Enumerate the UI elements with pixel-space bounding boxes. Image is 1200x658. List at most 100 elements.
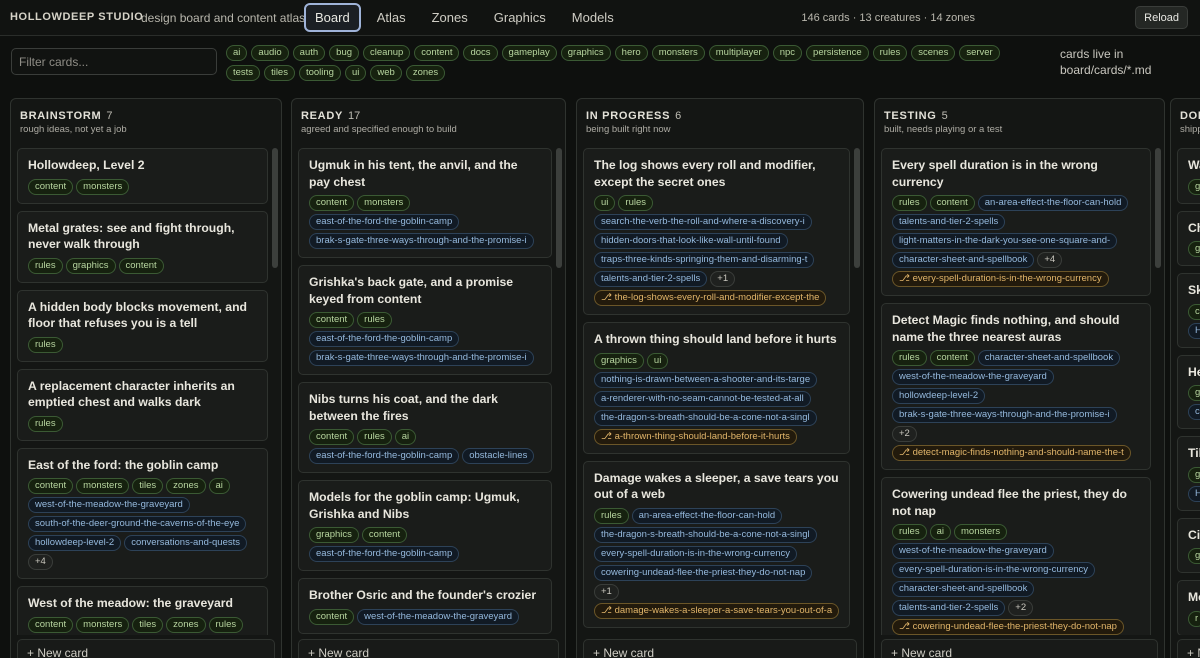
tag-chip[interactable]: content	[28, 178, 74, 195]
column-scrollbar[interactable]	[1155, 148, 1161, 268]
linked-card-chip[interactable]: east-of-the-ford-the-goblin-camp	[309, 546, 460, 562]
linked-card-chip[interactable]: H	[1188, 322, 1200, 339]
linked-card-chip[interactable]: an-area-effect-the-floor-can-hold	[631, 507, 783, 524]
filter-tag-auth[interactable]: auth	[292, 45, 326, 61]
card[interactable]: Detect Magic finds nothing, and should n…	[881, 303, 1151, 470]
new-card-button[interactable]: + New card	[583, 639, 857, 658]
tag-chip[interactable]: ai	[208, 478, 230, 494]
tag-chip[interactable]: content	[309, 608, 355, 625]
filter-tag-graphics[interactable]: graphics	[560, 45, 611, 61]
linked-card-chip[interactable]: character-sheet-and-spellbook	[892, 581, 1035, 597]
tag-chip[interactable]: g	[1188, 548, 1200, 564]
card[interactable]: East of the ford: the goblin camp content…	[17, 447, 268, 579]
tag-chip[interactable]: g	[1188, 466, 1200, 483]
card[interactable]: Til gH	[1177, 436, 1200, 511]
tag-chip[interactable]: content	[309, 195, 355, 211]
filter-tag-multiplayer[interactable]: multiplayer	[708, 45, 769, 61]
filter-tag-tiles[interactable]: tiles	[264, 65, 295, 81]
tag-chip[interactable]: tiles	[132, 616, 164, 633]
card[interactable]: A thrown thing should land before it hur…	[583, 322, 850, 454]
tag-chip[interactable]: rules	[892, 350, 927, 366]
filter-tag-tooling[interactable]: tooling	[298, 65, 341, 81]
card[interactable]: Grishka's back gate, and a promise keyed…	[298, 265, 552, 375]
card[interactable]: Nibs turns his coat, and the dark betwee…	[298, 382, 552, 473]
tag-chip[interactable]: c	[1188, 303, 1200, 320]
card[interactable]: Ugmuk in his tent, the anvil, and the pa…	[298, 148, 552, 258]
card[interactable]: Hollowdeep, Level 2 content monsters	[17, 148, 268, 204]
linked-card-chip[interactable]: hollowdeep-level-2	[28, 535, 122, 551]
more-tags-chip[interactable]: +4	[28, 554, 53, 570]
card[interactable]: Every spell duration is in the wrong cur…	[881, 148, 1151, 296]
branch-chip[interactable]: ⎇ cowering-undead-flee-the-priest-they-d…	[892, 619, 1124, 635]
tag-chip[interactable]: rules	[28, 257, 63, 274]
linked-card-chip[interactable]: a-renderer-with-no-seam-cannot-be-tested…	[594, 390, 811, 407]
card[interactable]: Mc r	[1177, 580, 1200, 635]
linked-card-chip[interactable]: cowering-undead-flee-the-priest-they-do-…	[594, 564, 813, 581]
filter-tag-ui[interactable]: ui	[344, 65, 367, 81]
linked-card-chip[interactable]: brak-s-gate-three-ways-through-and-the-p…	[892, 407, 1117, 423]
linked-card-chip[interactable]: talents-and-tier-2-spells	[594, 271, 708, 287]
tag-chip[interactable]: content	[361, 527, 408, 543]
linked-card-chip[interactable]: nothing-is-drawn-between-a-shooter-and-i…	[594, 371, 818, 388]
filter-tag-docs[interactable]: docs	[463, 45, 498, 61]
linked-card-chip[interactable]: west-of-the-meadow-the-graveyard	[357, 608, 520, 625]
linked-card-chip[interactable]: talents-and-tier-2-spells	[892, 600, 1006, 616]
filter-tag-audio[interactable]: audio	[251, 45, 289, 61]
card[interactable]: A replacement character inherits an empt…	[17, 368, 268, 441]
filter-tag-content[interactable]: content	[414, 45, 460, 61]
filter-tag-cleanup[interactable]: cleanup	[363, 45, 411, 61]
tag-chip[interactable]: ai	[394, 429, 417, 445]
filter-input[interactable]	[12, 49, 216, 74]
tag-chip[interactable]: content	[309, 312, 355, 328]
more-tags-chip[interactable]: +2	[892, 426, 917, 442]
filter-tag-npc[interactable]: npc	[772, 45, 803, 61]
filter-tag-persistence[interactable]: persistence	[806, 45, 869, 61]
column-scrollbar[interactable]	[272, 148, 278, 268]
tag-chip[interactable]: monsters	[76, 616, 130, 633]
linked-card-chip[interactable]: west-of-the-meadow-the-graveyard	[892, 543, 1054, 559]
tag-chip[interactable]: rules	[618, 195, 653, 211]
tag-chip[interactable]: ui	[646, 352, 669, 369]
tag-chip[interactable]: rules	[357, 312, 392, 328]
card[interactable]: A hidden body blocks movement, and floor…	[17, 289, 268, 362]
linked-card-chip[interactable]: west-of-the-meadow-the-graveyard	[892, 369, 1054, 385]
tag-chip[interactable]: monsters	[954, 524, 1008, 540]
linked-card-chip[interactable]: every-spell-duration-is-in-the-wrong-cur…	[594, 545, 798, 562]
tag-chip[interactable]: rules	[208, 616, 244, 633]
filter-tag-monsters[interactable]: monsters	[651, 45, 705, 61]
tab-models[interactable]: Models	[562, 3, 624, 32]
linked-card-chip[interactable]: brak-s-gate-three-ways-through-and-the-p…	[309, 233, 534, 249]
card[interactable]: Brother Osric and the founder's crozier c…	[298, 578, 552, 634]
linked-card-chip[interactable]: the-dragon-s-breath-should-be-a-cone-not…	[594, 409, 817, 426]
tag-chip[interactable]: tiles	[132, 478, 164, 494]
linked-card-chip[interactable]: H	[1188, 485, 1200, 502]
column-scrollbar[interactable]	[556, 148, 562, 268]
more-tags-chip[interactable]: +1	[710, 271, 736, 287]
tag-chip[interactable]: zones	[166, 478, 206, 494]
card[interactable]: Cowering undead flee the priest, they do…	[881, 477, 1151, 635]
tag-chip[interactable]: monsters	[357, 195, 411, 211]
card[interactable]: Metal grates: see and fight through, nev…	[17, 210, 268, 283]
linked-card-chip[interactable]: character-sheet-and-spellbook	[977, 350, 1121, 366]
branch-chip[interactable]: ⎇ every-spell-duration-is-in-the-wrong-c…	[892, 271, 1109, 287]
filter-tag-rules[interactable]: rules	[872, 45, 908, 61]
card[interactable]: Sk cH	[1177, 273, 1200, 348]
linked-card-chip[interactable]: conversations-and-quests	[124, 535, 248, 551]
linked-card-chip[interactable]: character-sheet-and-spellbook	[892, 252, 1035, 268]
linked-card-chip[interactable]: the-dragon-s-breath-should-be-a-cone-not…	[594, 526, 817, 543]
tag-chip[interactable]: rules	[28, 415, 63, 432]
linked-card-chip[interactable]: traps-three-kinds-springing-them-and-dis…	[594, 252, 815, 268]
linked-card-chip[interactable]: hollowdeep-level-2	[892, 388, 986, 404]
tag-chip[interactable]: rules	[28, 336, 63, 353]
branch-chip[interactable]: ⎇ damage-wakes-a-sleeper-a-save-tears-yo…	[594, 602, 839, 619]
tag-chip[interactable]: rules	[357, 429, 392, 445]
branch-chip[interactable]: ⎇ detect-magic-finds-nothing-and-should-…	[892, 445, 1131, 461]
card[interactable]: West of the meadow: the graveyard content…	[17, 586, 268, 635]
tag-chip[interactable]: g	[1188, 385, 1200, 401]
tag-chip[interactable]: content	[929, 195, 975, 211]
reload-button[interactable]: Reload	[1135, 6, 1188, 29]
tab-zones[interactable]: Zones	[422, 3, 478, 32]
tag-chip[interactable]: content	[28, 616, 74, 633]
new-card-button[interactable]: + New card	[17, 639, 275, 658]
filter-tag-scenes[interactable]: scenes	[911, 45, 956, 61]
